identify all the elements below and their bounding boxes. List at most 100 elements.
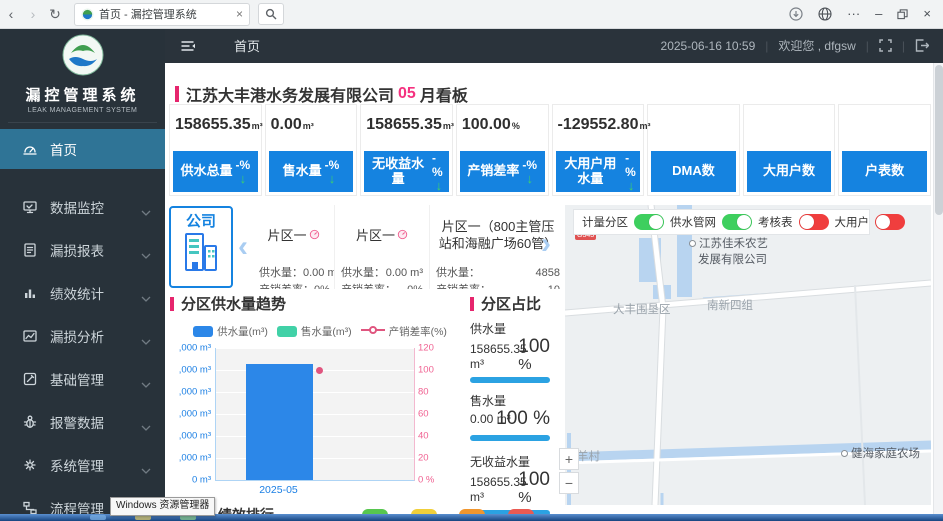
x-axis-label: 2025-05 (245, 484, 312, 496)
kpi-button[interactable]: 无收益水量-%↓ (364, 151, 449, 192)
kpi-button-label: 户表数 (865, 164, 904, 179)
kpi-card: 158655.35m³无收益水量-%↓ (360, 104, 453, 196)
kpi-number: -129552.80 (558, 116, 639, 133)
kpi-card: -129552.80m³大用户用水量-%↓ (552, 104, 645, 196)
forward-icon[interactable]: › (22, 1, 44, 27)
region-card[interactable]: 片区一供水量：0.00 m³产销差率：0% (335, 205, 430, 289)
search-button[interactable] (258, 3, 284, 25)
tab-home[interactable]: 首页 (234, 36, 260, 55)
share-panel: 分区占比 供水量158655.35m³100%售水量0.00 m³100 %无收… (470, 293, 550, 516)
tab-close-icon[interactable]: × (236, 7, 243, 21)
kpi-number: 0.00 (271, 116, 302, 133)
axis-tick-label: 0 % (418, 475, 434, 486)
more-icon[interactable]: ··· (847, 1, 860, 27)
sidebar-item-basic-mgmt[interactable]: 基础管理 (0, 359, 165, 399)
legend-item[interactable]: 售水量(m³) (277, 324, 352, 339)
main-content: 江苏大丰港水务发展有限公司 05 月看板 158655.35m³供水总量-%↓0… (165, 63, 935, 521)
kpi-value: -129552.80m³ (558, 116, 651, 134)
kpi-button[interactable]: 售水量-%↓ (269, 151, 354, 192)
axis-tick-label: ,000 m³ (179, 409, 211, 420)
kpi-button[interactable]: DMA数 (651, 151, 736, 192)
share-panel-title-text: 分区占比 (481, 293, 541, 314)
search-icon (265, 8, 277, 20)
share-items: 供水量158655.35m³100%售水量0.00 m³100 %无收益水量15… (470, 320, 550, 516)
kpi-unit: % (512, 121, 520, 131)
taskbar-item[interactable] (90, 515, 106, 520)
sidebar-item-label: 绩效统计 (50, 283, 141, 303)
browser-tab[interactable]: 首页 - 漏控管理系统 × (74, 3, 250, 26)
kpi-button[interactable]: 大用户数 (747, 151, 832, 192)
chevron-down-icon (141, 419, 151, 425)
minimize-icon[interactable]: – (875, 1, 882, 27)
trend-chart-title: 分区供水量趋势 (170, 293, 462, 314)
kpi-card: 大用户数 (743, 104, 836, 196)
kpi-button[interactable]: 产销差率-%↓ (460, 151, 545, 192)
sidebar-item-home[interactable]: 首页 (0, 129, 165, 169)
map-label-text: 南新四组 (707, 300, 753, 312)
back-icon[interactable]: ‹ (0, 1, 22, 27)
region-card-row: 产销差率：10 (436, 282, 560, 290)
sidebar-item-performance-stats[interactable]: 绩效统计 (0, 273, 165, 313)
kpi-delta-value: -% (625, 151, 637, 179)
toggle-计量分区[interactable] (634, 214, 664, 230)
share-item-percent: 100 % (496, 409, 550, 429)
legend-item[interactable]: 供水量(m³) (193, 324, 268, 339)
scrollbar-thumb[interactable] (935, 65, 943, 215)
app-title: 漏控管理系统 (0, 84, 165, 105)
axis-tick-label: ,000 m³ (179, 343, 211, 354)
share-item-row: 158655.35m³100% (470, 470, 550, 506)
region-card-title: 片区一 (259, 207, 328, 265)
toggle-考核表[interactable] (799, 214, 829, 230)
reload-icon[interactable]: ↻ (44, 1, 66, 27)
map-layer-toggles: 计量分区供水管网考核表大用户 (573, 209, 870, 235)
kpi-button-label: DMA数 (672, 164, 715, 179)
chevron-down-icon (141, 290, 151, 296)
globe-icon[interactable] (818, 7, 832, 21)
chrome-controls: ··· – × (789, 1, 943, 27)
axis-tick-label: ,000 m³ (179, 387, 211, 398)
region-card[interactable]: 片区一供水量：0.00 m³产销差率：0% (253, 205, 335, 289)
kpi-button[interactable]: 大用户用水量-%↓ (556, 151, 641, 192)
carousel-left-icon[interactable]: ‹ (238, 232, 248, 262)
share-item-row: 0.00 m³100 % (470, 409, 550, 431)
poi-marker-icon (841, 450, 848, 457)
legend-item[interactable]: 产销差率(%) (361, 324, 447, 339)
kpi-delta: -%↓ (625, 151, 637, 192)
axis-tick-label: 80 (418, 387, 429, 398)
kpi-card: 100.00%产销差率-%↓ (456, 104, 549, 196)
axis-tick-label: ,000 m³ (179, 431, 211, 442)
sidebar-item-alarm-data[interactable]: 报警数据 (0, 402, 165, 442)
toggle-供水管网[interactable] (722, 214, 752, 230)
browser-chrome: ‹ › ↻ 首页 - 漏控管理系统 × ··· – (0, 0, 943, 29)
monitor-icon (22, 199, 38, 215)
kpi-value: 0.00m³ (271, 116, 314, 134)
logout-icon[interactable] (915, 39, 929, 52)
kpi-button[interactable]: 供水总量-%↓ (173, 151, 258, 192)
map[interactable]: 计量分区供水管网考核表大用户 G343 + − 江苏佳禾农艺发展有限公司大丰围垦… (565, 205, 931, 505)
restore-icon[interactable] (897, 9, 908, 20)
map-zoom-out-button[interactable]: − (559, 472, 579, 494)
download-icon[interactable] (789, 7, 803, 21)
close-icon[interactable]: × (923, 1, 931, 27)
sidebar-item-leak-analysis[interactable]: 漏损分析 (0, 316, 165, 356)
region-row-value: 4858 (536, 265, 560, 282)
chevron-down-icon (141, 462, 151, 468)
sidebar-item-system-mgmt[interactable]: 系统管理 (0, 445, 165, 485)
fullscreen-icon[interactable] (879, 39, 892, 52)
company-card[interactable]: 公司 (169, 206, 233, 288)
sidebar-item-leak-report[interactable]: 漏损报表 (0, 230, 165, 270)
map-label-text: 江苏佳禾农艺 (699, 238, 768, 250)
kpi-button[interactable]: 户表数 (842, 151, 927, 192)
menu-collapse-icon[interactable] (179, 38, 196, 54)
map-zoom-in-button[interactable]: + (559, 448, 579, 470)
legend-swatch (277, 326, 297, 337)
region-row-label: 产销差率： (341, 282, 396, 290)
region-row-label: 供水量： (341, 265, 385, 282)
toggle-大用户[interactable] (875, 214, 905, 230)
map-label: 羊村 (577, 448, 600, 464)
region-card-title: 片区一 (341, 207, 423, 265)
app-subtitle: LEAK MANAGEMENT SYSTEM (8, 107, 157, 123)
sidebar-item-data-monitor[interactable]: 数据监控 (0, 187, 165, 227)
sidebar-item-label: 漏损报表 (50, 240, 141, 260)
carousel-right-icon[interactable]: › (541, 229, 551, 259)
